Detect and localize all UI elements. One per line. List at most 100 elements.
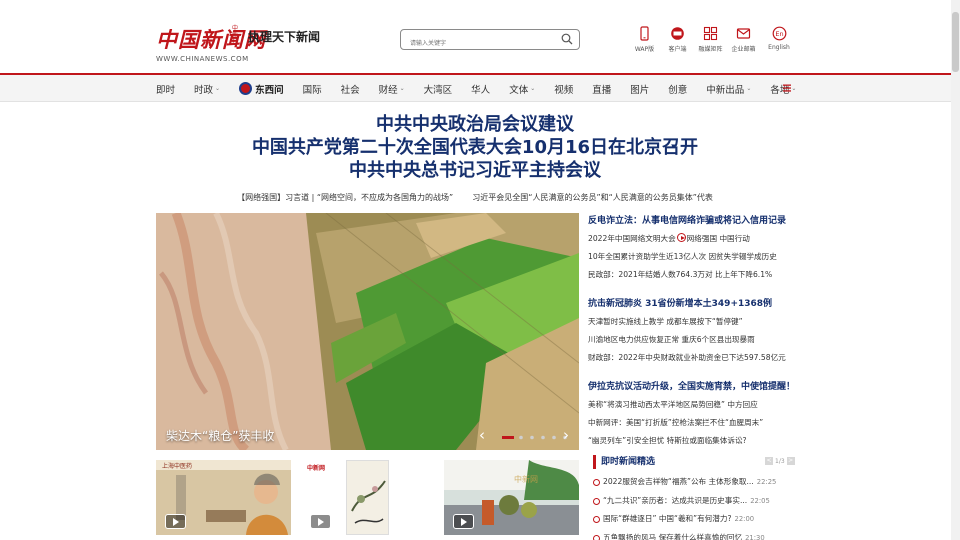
hero-carousel[interactable]: 柴达木“粮仓”获丰收 ‹ › [156, 213, 579, 450]
svg-text:中新网: 中新网 [307, 464, 325, 472]
sub-headline-left[interactable]: 【网络强国】习言道 | “网络空间，不应成为各国角力的战场” [237, 193, 453, 202]
news-link-text: 民政部：2021年结婚人数764.3万对 比上年下降6.1% [588, 270, 773, 279]
chevron-down-icon: ⌄ [215, 85, 221, 92]
nav-item-label: 华人 [471, 84, 491, 96]
instant-news-time: 22:25 [756, 478, 777, 486]
instant-news-list: 2022服贸会吉祥物“福燕”公布 主体形象取... 22:25 “九二共识”亲历者：… [593, 473, 797, 540]
nav-item-label: 时政 [194, 84, 214, 96]
app-link[interactable]: 客户端 [661, 26, 694, 53]
hero-image [156, 213, 579, 450]
instant-news-time: 22:05 [750, 496, 770, 505]
instant-news-text: “九二共识”亲历者：达成共识是历史事实... [603, 495, 748, 505]
nav-item[interactable]: 文体 ⌄ [509, 82, 535, 96]
carousel-dot[interactable] [530, 435, 534, 440]
instant-news-item[interactable]: 2022服贸会吉祥物“福燕”公布 主体形象取... 22:25 [593, 473, 797, 492]
headline-line-1[interactable]: 中共中央政治局会议建议 [156, 113, 794, 136]
nav-item-label: 直播 [592, 84, 612, 96]
nav-item[interactable]: 创意 [668, 82, 687, 96]
main-nav: 即时 时政 ⌄ 东西问 国际 社会 财经 ⌄ 大湾区 华人 文体 ⌄ 视频 直播 图片 创意 中新出品 ⌄ 各地 ⌄ [0, 75, 960, 102]
nav-item[interactable]: 中新出品 ⌄ [706, 82, 751, 96]
headline-line-2[interactable]: 中国共产党第二十次全国代表大会10月16日在北京召开 [156, 136, 794, 159]
nav-item[interactable]: 东西问 [239, 82, 284, 96]
carousel-dot[interactable] [552, 435, 556, 440]
news-link[interactable]: 川渝地区电力供应恢复正常 重庆6个区县出现暴雨 [588, 331, 796, 349]
nav-item[interactable]: 直播 [592, 82, 611, 96]
news-headline[interactable]: 伊拉克抗议活动升级，全国实施宵禁，中使馆提醒！ [588, 379, 796, 396]
header-tools: WAP版 客户端 融媒矩阵 企业邮箱 En English [628, 26, 798, 53]
pager-prev-button[interactable]: < [765, 457, 773, 465]
news-link[interactable]: 10年全国累计资助学生近13亿人次 因贫失学辍学成历史 [588, 248, 796, 266]
instant-news-time: 22:00 [734, 515, 755, 523]
pager-next-button[interactable]: > [786, 457, 795, 465]
nav-item-label: 即时 [156, 84, 176, 96]
english-link[interactable]: En English [760, 26, 798, 53]
video-play-icon [676, 233, 686, 242]
nav-item[interactable]: 国际 [303, 82, 322, 96]
top-headline[interactable]: 中共中央政治局会议建议 中国共产党第二十次全国代表大会10月16日在北京召开 中… [156, 113, 794, 182]
video-thumb-tea[interactable]: 上海中医药 [156, 460, 291, 535]
nav-item-label: 中新出品 [706, 84, 745, 96]
logo-english: WWW.CHINANEWS.COM [156, 55, 249, 63]
globe-icon [239, 82, 253, 95]
nav-item[interactable]: 社会 [341, 82, 360, 96]
carousel-dot[interactable] [519, 435, 523, 440]
carousel-next-button[interactable]: › [563, 426, 569, 444]
search-icon[interactable] [561, 33, 573, 45]
news-group: 伊拉克抗议活动升级，全国实施宵禁，中使馆提醒！ 美称“将演习推动西太平洋地区局势回… [588, 379, 796, 450]
svg-text:上海中医药: 上海中医药 [162, 462, 192, 470]
nav-item[interactable]: 时政 ⌄ [194, 82, 220, 96]
nav-item[interactable]: 财经 ⌄ [379, 82, 405, 96]
menu-icon[interactable] [782, 83, 792, 93]
wap-link[interactable]: WAP版 [628, 26, 661, 53]
play-icon[interactable] [453, 514, 474, 529]
nav-item[interactable]: 视频 [554, 82, 573, 96]
nav-list: 即时 时政 ⌄ 东西问 国际 社会 财经 ⌄ 大湾区 华人 文体 ⌄ 视频 直播 图片 创意 中新出品 ⌄ 各地 ⌄ [156, 75, 815, 102]
news-link[interactable]: 天津暂时实施线上教学 成都车展按下“暂停键” [588, 313, 796, 331]
nav-item[interactable]: 华人 [471, 82, 490, 96]
instant-news-item[interactable]: 五鱼飘扬的风马 保存着什么样喜愉的回忆 21:30 [593, 529, 797, 540]
chevron-down-icon: ⌄ [791, 85, 797, 92]
mail-link[interactable]: 企业邮箱 [727, 26, 760, 53]
page-scrollbar[interactable] [951, 0, 960, 540]
sub-headline-right[interactable]: 习近平会见全国“人民满意的公务员”和“人民满意的公务员集体”代表 [472, 193, 713, 202]
carousel-dot[interactable] [502, 436, 514, 439]
news-link[interactable]: 中新网评：美国“打折版”控枪法案拦不住“血腥周末” [588, 414, 796, 432]
carousel-prev-button[interactable]: ‹ [479, 426, 485, 444]
sub-headlines: 【网络强国】习言道 | “网络空间，不应成为各国角力的战场” 习近平会见全国“人… [156, 192, 794, 203]
news-link-text: 川渝地区电力供应恢复正常 重庆6个区县出现暴雨 [588, 335, 755, 344]
search-input[interactable] [401, 34, 551, 53]
news-link-text: 美称“将演习推动西太平洋地区局势回稳” 中方回应 [588, 400, 758, 409]
nav-item[interactable]: 即时 [156, 82, 175, 96]
mobile-icon [640, 26, 649, 41]
news-link[interactable]: “幽灵列车”引安全担忧 特斯拉或面临集体诉讼? [588, 432, 796, 450]
play-icon[interactable] [165, 514, 186, 529]
search-box[interactable] [400, 29, 580, 53]
carousel-dot[interactable] [541, 435, 545, 440]
instant-news-text: 五鱼飘扬的风马 保存着什么样喜愉的回忆 [603, 532, 743, 540]
chevron-down-icon: ⌄ [746, 85, 752, 92]
nav-item[interactable]: 大湾区 [424, 82, 453, 96]
news-link[interactable]: 2022年中国网络文明大会 网络强国 中国行动 [588, 230, 796, 248]
scrollbar-thumb[interactable] [952, 12, 959, 72]
news-link-text: “幽灵列车”引安全担忧 特斯拉或面临集体诉讼? [588, 436, 747, 445]
tool-label: English [768, 44, 790, 51]
tool-label: WAP版 [634, 46, 655, 53]
news-headline[interactable]: 抗击新冠肺炎 31省份新增本土349+1368例 [588, 296, 796, 313]
video-thumb-market[interactable]: 中新网 [444, 460, 579, 535]
news-link[interactable]: 民政部：2021年结婚人数764.3万对 比上年下降6.1% [588, 266, 796, 284]
svg-text:En: En [775, 30, 783, 38]
headline-line-3[interactable]: 中共中央总书记习近平主持会议 [156, 159, 794, 182]
news-group: 反电诈立法：从事电信网络诈骗或将记入信用记录 2022年中国网络文明大会 网络强国 … [588, 213, 796, 284]
news-link[interactable]: 财政部：2022年中央财政就业补助资金已下达597.58亿元 [588, 349, 796, 367]
instant-news-item[interactable]: “九二共识”亲历者：达成共识是历史事实... 22:05 [593, 492, 797, 511]
play-icon[interactable] [310, 514, 331, 529]
news-headline[interactable]: 反电诈立法：从事电信网络诈骗或将记入信用记录 [588, 213, 796, 230]
hero-caption[interactable]: 柴达木“粮仓”获丰收 [166, 427, 274, 444]
slogan-text: 执理天下新闻 [248, 30, 321, 44]
news-link-text: 中新网评：美国“打折版”控枪法案拦不住“血腥周末” [588, 418, 764, 427]
matrix-link[interactable]: 融媒矩阵 [694, 26, 727, 53]
instant-news-item[interactable]: 国际“群雄逐日” 中国“羲和”有何潜力? 22:00 [593, 510, 797, 529]
nav-item[interactable]: 图片 [630, 82, 649, 96]
video-thumb-painting[interactable] [346, 460, 389, 535]
news-link[interactable]: 美称“将演习推动西太平洋地区局势回稳” 中方回应 [588, 396, 796, 414]
